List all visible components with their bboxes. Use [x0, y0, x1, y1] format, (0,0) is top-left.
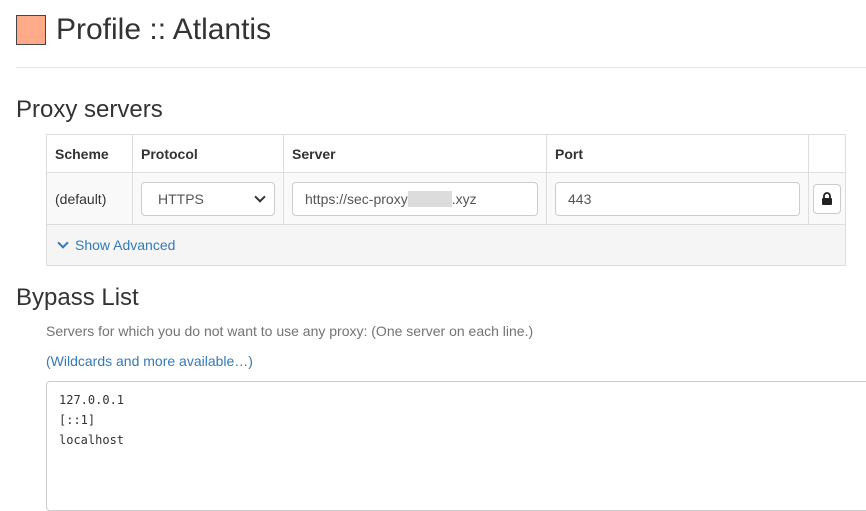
- redacted-text: [407, 190, 452, 207]
- wildcards-link[interactable]: (Wildcards and more available…): [46, 353, 253, 369]
- bypass-entry: 127.0.0.1: [59, 393, 125, 407]
- bypass-entry: [::1]: [59, 413, 96, 427]
- server-input[interactable]: https://sec-proxy .xyz: [292, 181, 538, 216]
- proxy-servers-heading: Proxy servers: [16, 96, 163, 123]
- bypass-help-text: Servers for which you do not want to use…: [46, 323, 534, 339]
- port-input[interactable]: 443: [555, 181, 800, 216]
- show-advanced-link[interactable]: Show Advanced: [57, 237, 175, 253]
- server-cell: https://sec-proxy .xyz: [284, 173, 547, 224]
- profile-color-swatch[interactable]: [16, 15, 46, 45]
- column-header-server: Server: [284, 135, 547, 172]
- server-value-suffix: .xyz: [451, 190, 477, 207]
- column-header-actions: [809, 135, 845, 172]
- protocol-select[interactable]: HTTPS: [141, 181, 275, 216]
- header-divider: [16, 67, 866, 68]
- column-header-scheme: Scheme: [47, 135, 133, 172]
- bypass-list-heading: Bypass List: [16, 284, 139, 311]
- scheme-cell: (default): [47, 173, 133, 224]
- auth-lock-button[interactable]: [813, 183, 841, 214]
- port-cell: 443: [547, 173, 809, 224]
- proxy-row-default: (default) HTTPS https://sec-proxy .xyz 4…: [47, 173, 845, 225]
- proxy-table: Scheme Protocol Server Port (default) HT…: [46, 134, 846, 266]
- bypass-list-textarea[interactable]: 127.0.0.1 [::1] localhost: [46, 381, 866, 511]
- page-title: Profile :: Atlantis: [56, 13, 272, 46]
- show-advanced-label: Show Advanced: [75, 237, 176, 253]
- bypass-entry: localhost: [59, 433, 125, 447]
- lock-icon: [822, 191, 832, 205]
- page-header: Profile :: Atlantis: [16, 12, 271, 48]
- column-header-protocol: Protocol: [133, 135, 284, 172]
- chevron-down-icon: [254, 190, 266, 203]
- server-value-prefix: https://sec-proxy: [305, 190, 408, 207]
- actions-cell: [809, 173, 845, 224]
- protocol-cell: HTTPS: [133, 173, 284, 224]
- protocol-select-value: HTTPS: [158, 190, 204, 207]
- advanced-row: Show Advanced: [47, 225, 845, 265]
- column-header-port: Port: [547, 135, 809, 172]
- proxy-table-header: Scheme Protocol Server Port: [47, 135, 845, 173]
- chevron-down-icon: [57, 237, 69, 249]
